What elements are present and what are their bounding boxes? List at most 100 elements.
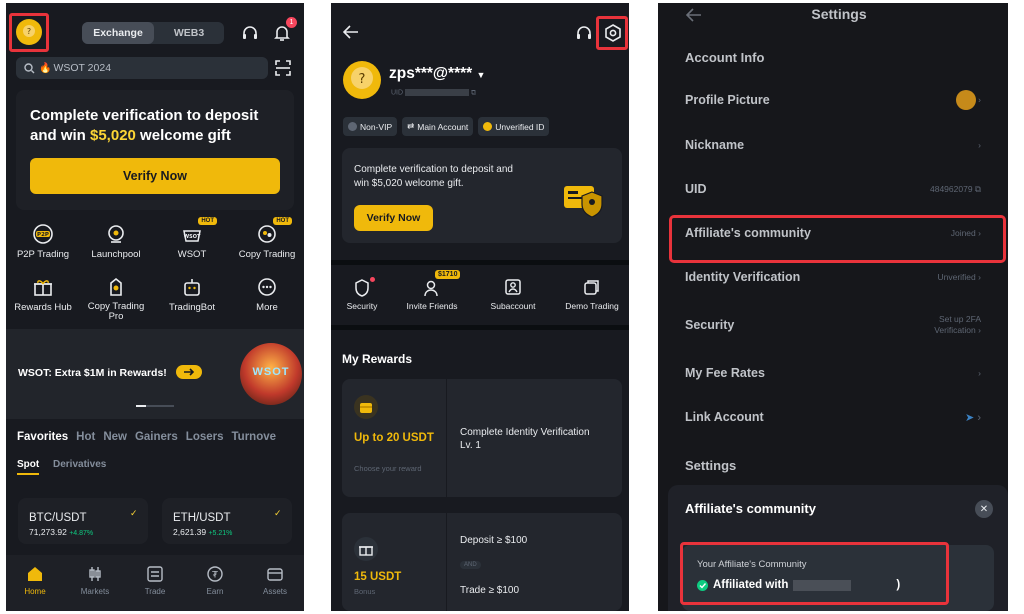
action-invite-friends[interactable]: $1710 Invite Friends [395, 270, 469, 311]
close-icon[interactable]: ✕ [975, 500, 993, 518]
search-placeholder: WSOT 2024 [53, 62, 112, 74]
search-input[interactable]: 🔥 WSOT 2024 [16, 57, 268, 79]
back-arrow-icon[interactable] [343, 25, 359, 39]
main-account-badge[interactable]: ⇄ Main Account [402, 117, 474, 136]
nav-trade[interactable]: Trade [130, 565, 180, 596]
grid-rewards-hub[interactable]: Rewards Hub [8, 276, 78, 313]
wsot-icon: WSOT HOT [181, 217, 217, 245]
reward-task-trade: Trade ≥ $100 [460, 585, 520, 596]
grid-copy-trading[interactable]: HOT Copy Trading [232, 217, 302, 260]
row-value: ➤ › [965, 411, 981, 424]
row-label: UID [685, 182, 707, 196]
reward-card-2[interactable]: 15 USDT Bonus Deposit ≥ $100 AND Trade ≥… [342, 513, 622, 611]
arrow-right-icon [184, 368, 195, 376]
reward-tag: $1710 [435, 270, 461, 279]
hot-badge: HOT [273, 217, 292, 225]
nav-label: Assets [262, 587, 287, 596]
grid-p2p-trading[interactable]: P2P P2P Trading [8, 223, 78, 260]
nav-home[interactable]: Home [10, 565, 60, 596]
earn-icon: ₮ [206, 565, 224, 583]
nav-assets[interactable]: Assets [250, 565, 300, 596]
grid-wsot[interactable]: WSOT HOT WSOT [157, 217, 227, 260]
non-vip-badge[interactable]: Non-VIP [343, 117, 398, 136]
nav-markets[interactable]: Markets [70, 565, 120, 596]
chevron-right-icon: › [978, 272, 981, 282]
tab-favorites[interactable]: Favorites [17, 431, 68, 443]
tab-derivatives[interactable]: Derivatives [53, 459, 106, 470]
pair-card-eth[interactable]: ETH/USDT 2,621.39 +5.21% ✓ [162, 498, 292, 544]
grid-copy-trading-pro[interactable]: Copy Trading Pro [81, 276, 151, 322]
row-profile-picture[interactable]: Profile Picture › [658, 78, 1008, 122]
grid-launchpool[interactable]: Launchpool [81, 223, 151, 260]
p2p-icon: P2P [32, 223, 54, 245]
row-security[interactable]: Security Set up 2FA Verification › [658, 303, 1008, 347]
action-demo-trading[interactable]: Demo Trading [557, 279, 627, 311]
sheet-title: Affiliate's community [685, 501, 816, 516]
chevron-right-icon: › [977, 411, 981, 424]
pair-price-value: 2,621.39 [173, 527, 207, 537]
support-headset-icon[interactable] [575, 24, 593, 42]
pair-change: +5.21% [208, 530, 233, 537]
tab-exchange[interactable]: Exchange [82, 22, 154, 44]
row-identity-verification[interactable]: Identity Verification Unverified › [658, 255, 1008, 299]
row-value: 484962079 ⧉ [930, 184, 981, 195]
shield-icon [335, 277, 389, 301]
copy-icon[interactable]: ⧉ [975, 184, 981, 194]
action-subaccount[interactable]: Subaccount [481, 279, 545, 311]
grid-label: Copy Trading [238, 249, 296, 260]
promo-text-line1: Complete verification to deposit and [354, 164, 513, 175]
row-link-account[interactable]: Link Account ➤ › [658, 395, 1008, 439]
verification-status: Unverified [937, 272, 976, 282]
row-my-fee-rates[interactable]: My Fee Rates › [658, 351, 1008, 395]
grid-label: TradingBot [168, 302, 216, 313]
profile-avatar[interactable]: ? [343, 61, 381, 99]
reward-sub: Choose your reward [354, 464, 422, 473]
tab-turnover[interactable]: Turnove [232, 431, 277, 443]
grid-tradingbot[interactable]: TradingBot [157, 276, 227, 313]
highlight-affiliate-box [680, 542, 949, 605]
verify-now-button[interactable]: Verify Now [354, 205, 433, 231]
tab-gainers[interactable]: Gainers [135, 431, 178, 443]
nav-earn[interactable]: ₮ Earn [190, 565, 240, 596]
id-card-shield-icon [562, 178, 608, 222]
wsot-banner[interactable]: WSOT: Extra $1M in Rewards! WSOT [6, 329, 304, 419]
row-uid[interactable]: UID 484962079 ⧉ [658, 167, 1008, 211]
action-security[interactable]: Security [335, 277, 389, 311]
username[interactable]: zps***@**** ▼ [389, 65, 485, 83]
pair-card-btc[interactable]: BTC/USDT 71,273.92 +4.87% ✓ [18, 498, 148, 544]
pair-price-value: 71,273.92 [29, 527, 67, 537]
favorite-check-icon[interactable]: ✓ [274, 508, 282, 519]
launchpool-icon [105, 223, 127, 245]
actions-row: Security $1710 Invite Friends Subaccount… [331, 260, 629, 330]
tab-hot[interactable]: Hot [76, 431, 95, 443]
fire-icon: 🔥 [39, 62, 52, 74]
bottom-nav: Home Markets Trade ₮ Earn Assets [6, 555, 304, 611]
row-label: Identity Verification [685, 270, 801, 284]
reward-card-1[interactable]: Up to 20 USDT Choose your reward Complet… [342, 379, 622, 497]
tab-losers[interactable]: Losers [186, 431, 224, 443]
support-headset-icon[interactable] [241, 24, 259, 42]
profile-screen: ? zps***@**** ▼ UID ⧉ Non-VIP ⇄ Main Acco… [331, 3, 629, 611]
tab-spot[interactable]: Spot [17, 459, 39, 470]
subaccount-icon [481, 279, 545, 301]
promo-post: welcome gift [135, 127, 231, 144]
pair-name: BTC/USDT [29, 512, 87, 524]
banner-arrow-button[interactable] [176, 365, 202, 379]
verify-now-button[interactable]: Verify Now [30, 158, 280, 194]
row-value: Unverified › [938, 272, 982, 282]
exchange-web3-toggle: Exchange WEB3 [82, 22, 224, 44]
pair-price: 2,621.39 +5.21% [173, 527, 232, 537]
gift-icon [32, 276, 54, 298]
chevron-right-icon: › [978, 94, 981, 105]
nav-label: Trade [144, 587, 166, 596]
row-nickname[interactable]: Nickname › [658, 123, 1008, 167]
unverified-badge[interactable]: Unverified ID [478, 117, 550, 136]
favorite-check-icon[interactable]: ✓ [130, 508, 138, 519]
copy-icon[interactable]: ⧉ [471, 89, 476, 96]
tab-new[interactable]: New [103, 431, 127, 443]
uid-label: UID [391, 89, 404, 97]
scan-icon[interactable] [274, 59, 292, 77]
tab-web3[interactable]: WEB3 [154, 22, 224, 44]
grid-more[interactable]: More [232, 276, 302, 313]
action-label: Security [346, 301, 378, 311]
